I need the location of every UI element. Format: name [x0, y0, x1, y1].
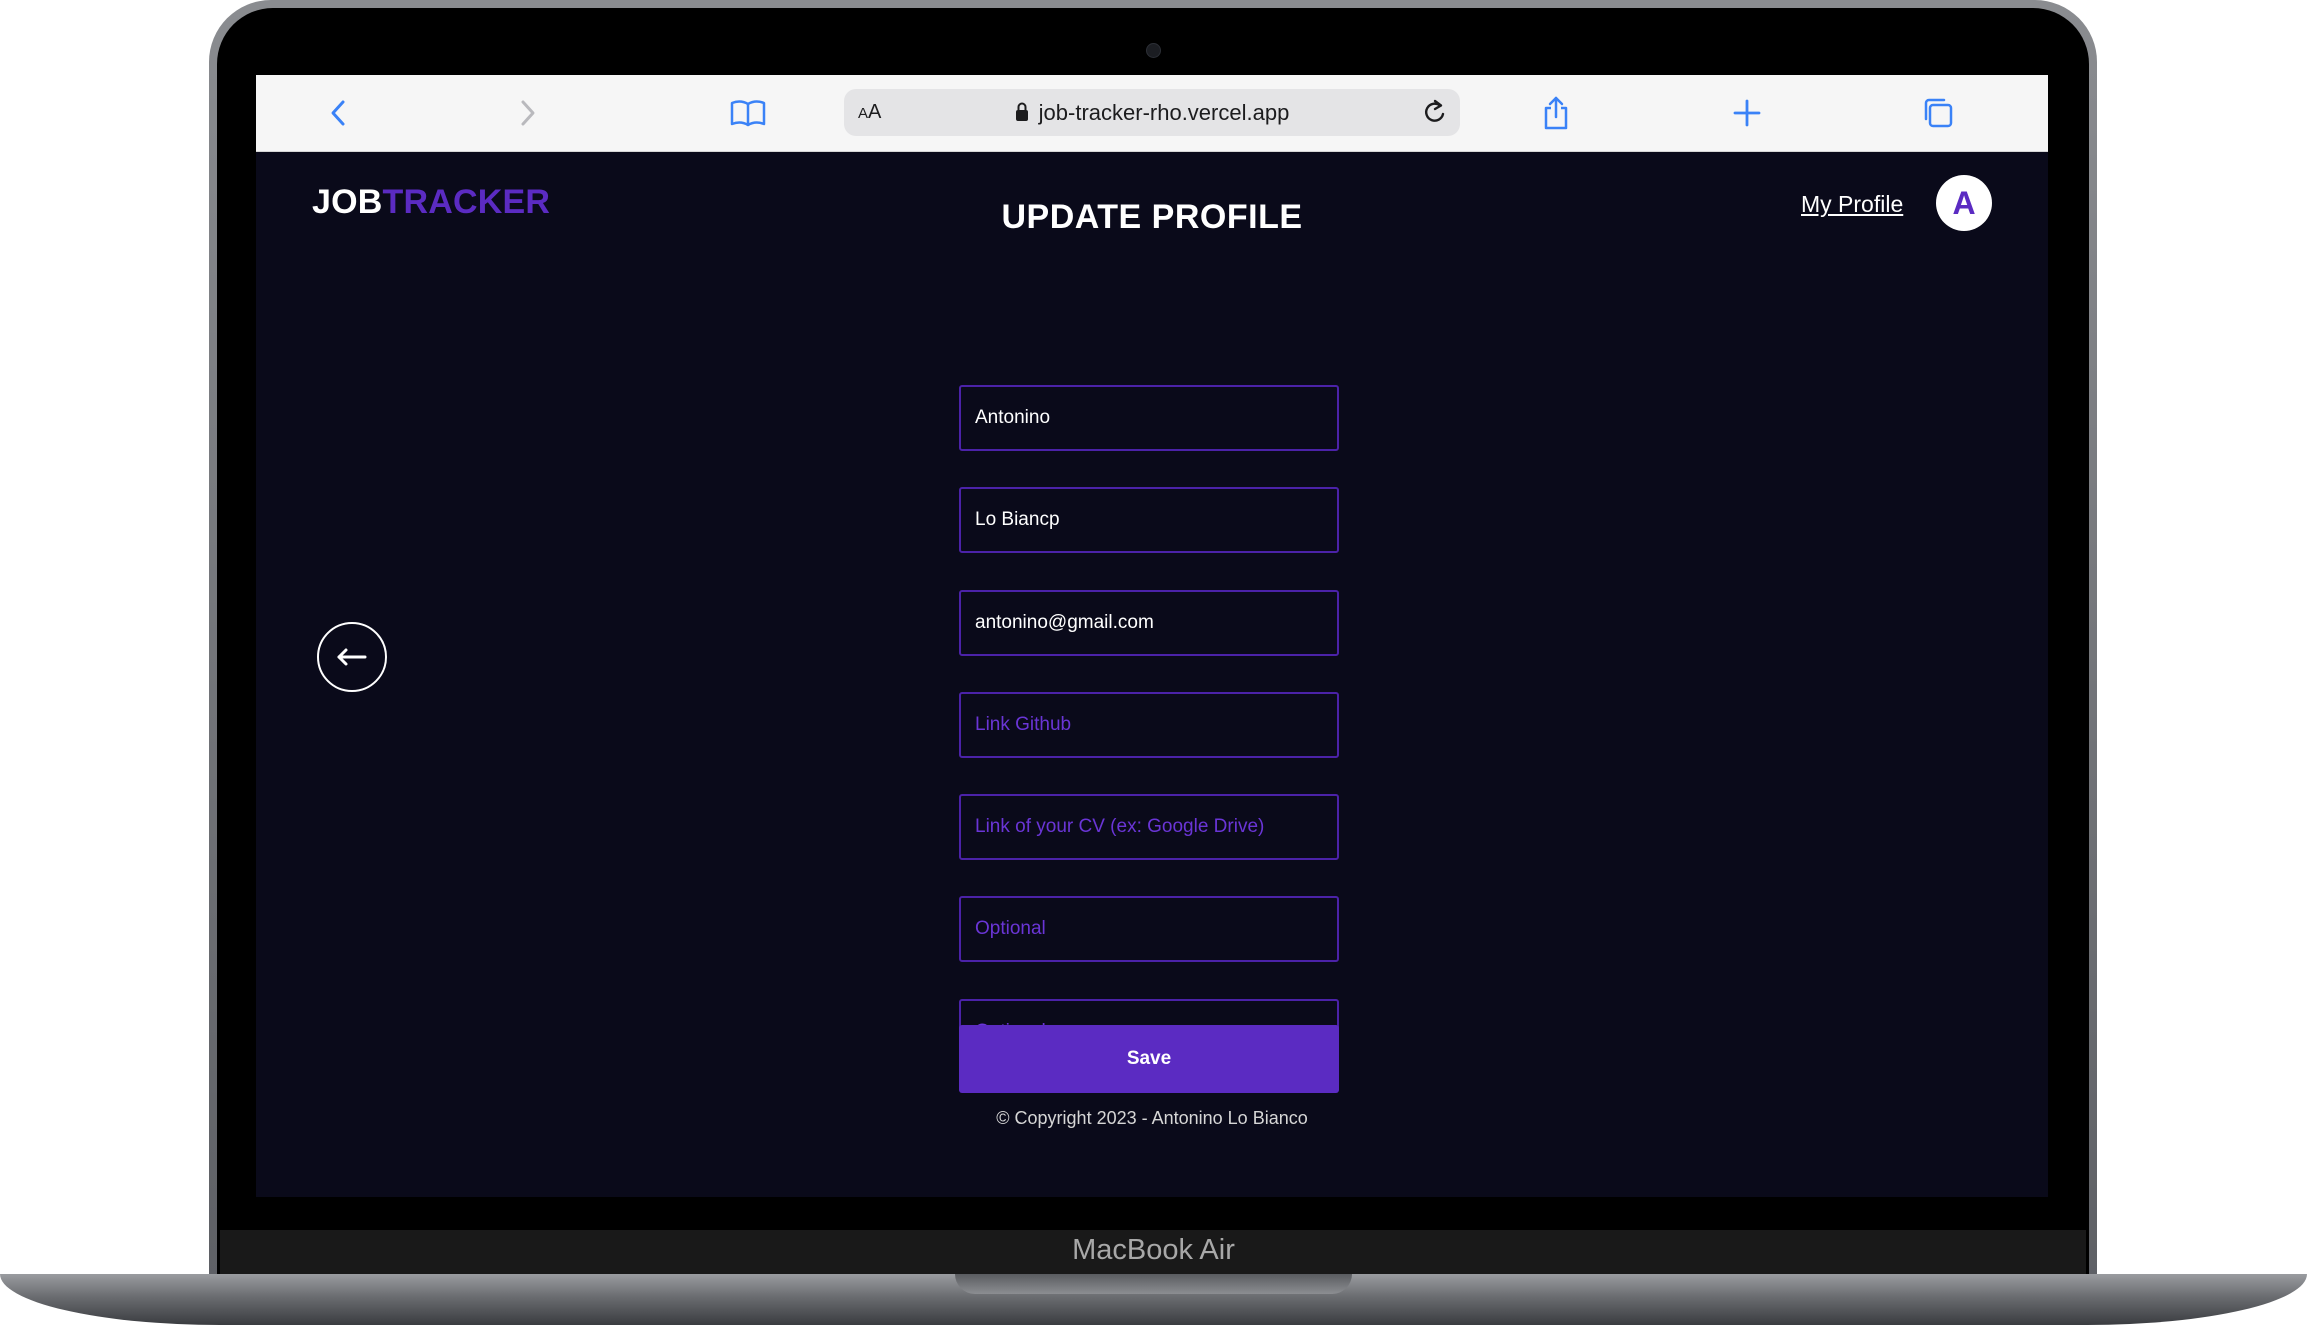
- reload-icon[interactable]: [1418, 96, 1452, 130]
- last-name-input[interactable]: [959, 487, 1339, 553]
- my-profile-link[interactable]: My Profile: [1801, 191, 1903, 218]
- book-icon[interactable]: [728, 93, 768, 133]
- chevron-left-icon[interactable]: [318, 93, 358, 133]
- lock-icon: [1015, 102, 1029, 128]
- laptop-notch: [955, 1274, 1352, 1294]
- plus-icon[interactable]: [1727, 93, 1767, 133]
- camera-icon: [1146, 43, 1161, 58]
- back-button[interactable]: [317, 622, 387, 692]
- save-button[interactable]: Save: [959, 1025, 1339, 1093]
- arrow-left-icon: [337, 648, 367, 666]
- share-icon[interactable]: [1536, 93, 1576, 133]
- url-text: job-tracker-rho.vercel.app: [1038, 100, 1290, 125]
- page-title: UPDATE PROFILE: [1001, 198, 1303, 236]
- cv-link-input[interactable]: [959, 794, 1339, 860]
- avatar[interactable]: A: [1936, 175, 1992, 231]
- screen: AA job-tracker-rho.vercel.app JOBTRACKER…: [256, 75, 2048, 1197]
- tabs-icon[interactable]: [1918, 93, 1958, 133]
- device-label: MacBook Air: [1072, 1234, 1235, 1266]
- github-link-input[interactable]: [959, 692, 1339, 758]
- optional-input-1[interactable]: [959, 896, 1339, 962]
- email-input[interactable]: [959, 590, 1339, 656]
- browser-toolbar: AA job-tracker-rho.vercel.app: [256, 75, 2048, 152]
- chevron-right-icon[interactable]: [508, 93, 548, 133]
- address-bar[interactable]: AA job-tracker-rho.vercel.app: [844, 89, 1460, 136]
- copyright-footer: © Copyright 2023 - Antonino Lo Bianco: [996, 1108, 1308, 1128]
- app-page: JOBTRACKER UPDATE PROFILE My Profile A S…: [256, 152, 2048, 1197]
- first-name-input[interactable]: [959, 385, 1339, 451]
